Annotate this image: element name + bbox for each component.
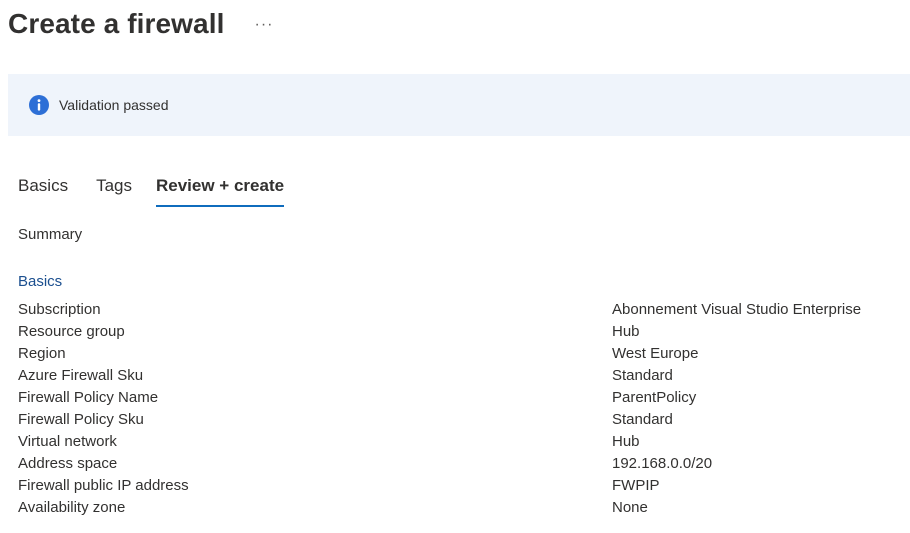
summary-row: Azure Firewall Sku Standard (18, 365, 898, 387)
validation-message: Validation passed (59, 97, 169, 113)
row-value-policy-name: ParentPolicy (612, 389, 697, 406)
row-label-resource-group: Resource group (18, 323, 125, 340)
summary-table: Subscription Abonnement Visual Studio En… (18, 299, 898, 519)
row-label-region: Region (18, 345, 66, 362)
page-title: Create a firewall (8, 8, 225, 39)
row-value-policy-sku: Standard (612, 411, 673, 428)
row-label-subscription: Subscription (18, 301, 101, 318)
summary-row: Firewall Policy Sku Standard (18, 409, 898, 431)
row-label-availability-zone: Availability zone (18, 499, 126, 516)
summary-heading: Summary (18, 226, 83, 243)
summary-row: Address space 192.168.0.0/20 (18, 453, 898, 475)
tab-review-create[interactable]: Review + create (156, 170, 285, 207)
summary-row: Availability zone None (18, 497, 898, 519)
row-value-region: West Europe (612, 345, 699, 362)
summary-row: Resource group Hub (18, 321, 898, 343)
summary-row: Region West Europe (18, 343, 898, 365)
row-value-resource-group: Hub (612, 323, 640, 340)
tab-basics[interactable]: Basics (18, 170, 68, 207)
info-icon (29, 95, 49, 115)
row-value-subscription: Abonnement Visual Studio Enterprise (612, 301, 862, 318)
summary-row: Firewall public IP address FWPIP (18, 475, 898, 497)
more-options-button[interactable]: ··· (254, 16, 273, 34)
summary-row: Firewall Policy Name ParentPolicy (18, 387, 898, 409)
tab-tags[interactable]: Tags (96, 170, 132, 207)
row-label-policy-sku: Firewall Policy Sku (18, 411, 144, 428)
row-label-firewall-sku: Azure Firewall Sku (18, 367, 144, 384)
summary-row: Subscription Abonnement Visual Studio En… (18, 299, 898, 321)
row-label-virtual-network: Virtual network (18, 433, 117, 450)
row-label-policy-name: Firewall Policy Name (18, 389, 159, 406)
row-value-firewall-sku: Standard (612, 367, 673, 384)
row-value-availability-zone: None (612, 499, 648, 516)
row-label-public-ip: Firewall public IP address (18, 477, 189, 494)
section-heading-basics: Basics (18, 273, 63, 290)
validation-banner: Validation passed (8, 74, 910, 136)
row-value-address-space: 192.168.0.0/20 (612, 455, 713, 472)
summary-row: Virtual network Hub (18, 431, 898, 453)
page-header: Create a firewall ··· (8, 2, 273, 46)
row-value-virtual-network: Hub (612, 433, 640, 450)
row-value-public-ip: FWPIP (612, 477, 660, 494)
row-label-address-space: Address space (18, 455, 118, 472)
wizard-tabs: Basics Tags Review + create (18, 170, 285, 207)
